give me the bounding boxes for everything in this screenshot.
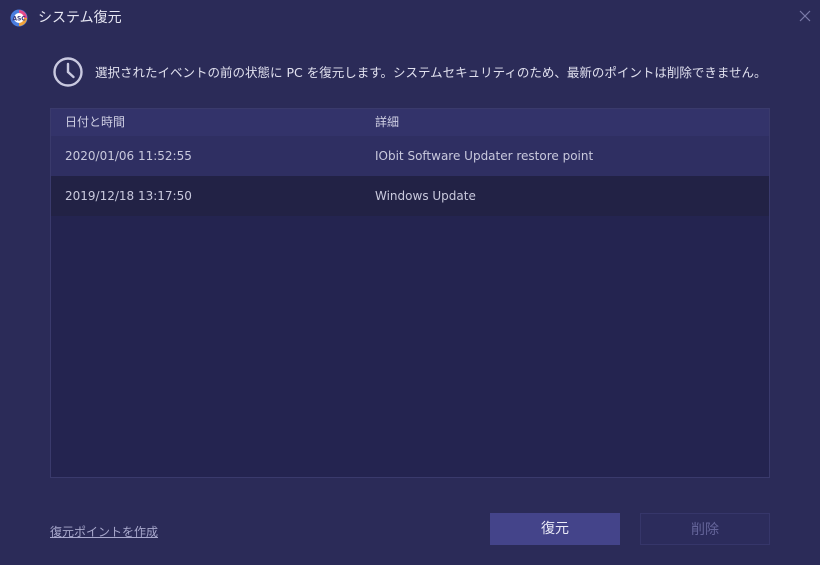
row-detail: IObit Software Updater restore point — [375, 149, 594, 163]
table-row[interactable]: 2019/12/18 13:17:50 Windows Update — [51, 176, 769, 216]
table-header: 日付と時間 詳細 — [51, 109, 769, 136]
window-title: システム復元 — [38, 10, 122, 26]
delete-button[interactable]: 削除 — [640, 513, 770, 545]
info-banner: 選択されたイベントの前の状態に PC を復元します。システムセキュリティのため、… — [52, 56, 772, 92]
column-header-detail[interactable]: 詳細 — [375, 115, 399, 130]
close-icon — [799, 10, 811, 22]
column-header-date[interactable]: 日付と時間 — [65, 115, 125, 130]
create-restore-point-link[interactable]: 復元ポイントを作成 — [50, 523, 158, 540]
app-logo-icon: ASC — [10, 9, 28, 27]
restore-points-table: 日付と時間 詳細 2020/01/06 11:52:55 IObit Softw… — [50, 108, 770, 478]
close-button[interactable] — [794, 6, 816, 28]
info-text: 選択されたイベントの前の状態に PC を復元します。システムセキュリティのため、… — [95, 65, 767, 80]
table-row[interactable]: 2020/01/06 11:52:55 IObit Software Updat… — [51, 136, 769, 176]
svg-text:ASC: ASC — [12, 16, 26, 23]
title-bar: ASC システム復元 — [0, 0, 820, 36]
row-date: 2020/01/06 11:52:55 — [65, 149, 192, 163]
row-detail: Windows Update — [375, 189, 476, 203]
clock-icon — [52, 56, 84, 88]
restore-button[interactable]: 復元 — [490, 513, 620, 545]
system-restore-window: ASC システム復元 選択されたイベントの前の状態に PC を復元します。システ… — [0, 0, 820, 565]
row-date: 2019/12/18 13:17:50 — [65, 189, 192, 203]
